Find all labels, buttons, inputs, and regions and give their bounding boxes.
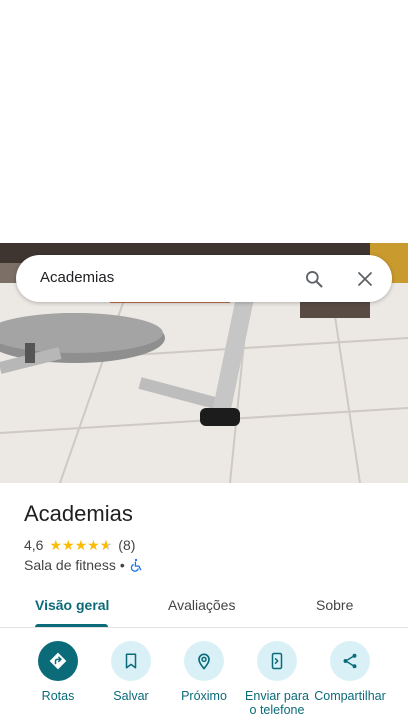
send-to-phone-button[interactable]: Enviar para o telefone [239,641,315,717]
nearby-icon [198,653,210,670]
share-icon [343,653,357,669]
category-row: Sala de fitness • [24,557,143,573]
nearby-label: Próximo [181,689,227,703]
active-tab-indicator [35,624,108,627]
close-icon [358,272,372,286]
save-circle[interactable] [111,641,151,681]
search-icon [306,271,323,288]
tab-about[interactable]: Sobre [316,597,353,613]
tab-overview[interactable]: Visão geral [35,597,109,613]
review-count: (8) [118,537,136,553]
directions-icon [49,652,67,670]
place-title: Academias [24,501,133,526]
half-star-icon: ★ [100,538,113,552]
tab-bar: Visão geral Avaliações Sobre [0,591,408,628]
action-bar: Rotas Salvar Próximo Enviar para o telef… [0,641,408,726]
star-icon: ★ [49,537,63,553]
star-icon: ★ [62,537,75,553]
rating-value: 4,6 [24,537,44,553]
place-category: Sala de fitness [24,557,116,573]
share-button[interactable]: Compartilhar [312,641,388,703]
send-to-phone-icon [271,652,283,670]
tab-reviews[interactable]: Avaliações [168,597,235,613]
separator: • [119,557,125,573]
share-circle[interactable] [330,641,370,681]
star-icon: ★ [74,537,88,553]
star-rating: ★ ★ ★ ★ ★ [49,538,112,552]
search-button[interactable] [298,263,330,295]
clear-search-button[interactable] [349,263,381,295]
search-query[interactable]: Academias [40,269,114,286]
nearby-button[interactable]: Próximo [166,641,242,703]
directions-label: Rotas [41,689,75,703]
wheelchair-icon [130,558,142,572]
star-icon: ★ [87,537,100,553]
save-label: Salvar [113,689,149,703]
directions-circle[interactable] [38,641,78,681]
bookmark-icon [125,653,137,669]
share-label: Compartilhar [314,689,386,703]
directions-button[interactable]: Rotas [20,641,96,703]
send-to-phone-label: Enviar para o telefone [245,689,309,717]
search-bar[interactable]: Academias [16,255,392,302]
save-button[interactable]: Salvar [93,641,169,703]
rating-row[interactable]: 4,6 ★ ★ ★ ★ ★ (8) [24,537,135,553]
nearby-circle[interactable] [184,641,224,681]
send-to-phone-circle[interactable] [257,641,297,681]
